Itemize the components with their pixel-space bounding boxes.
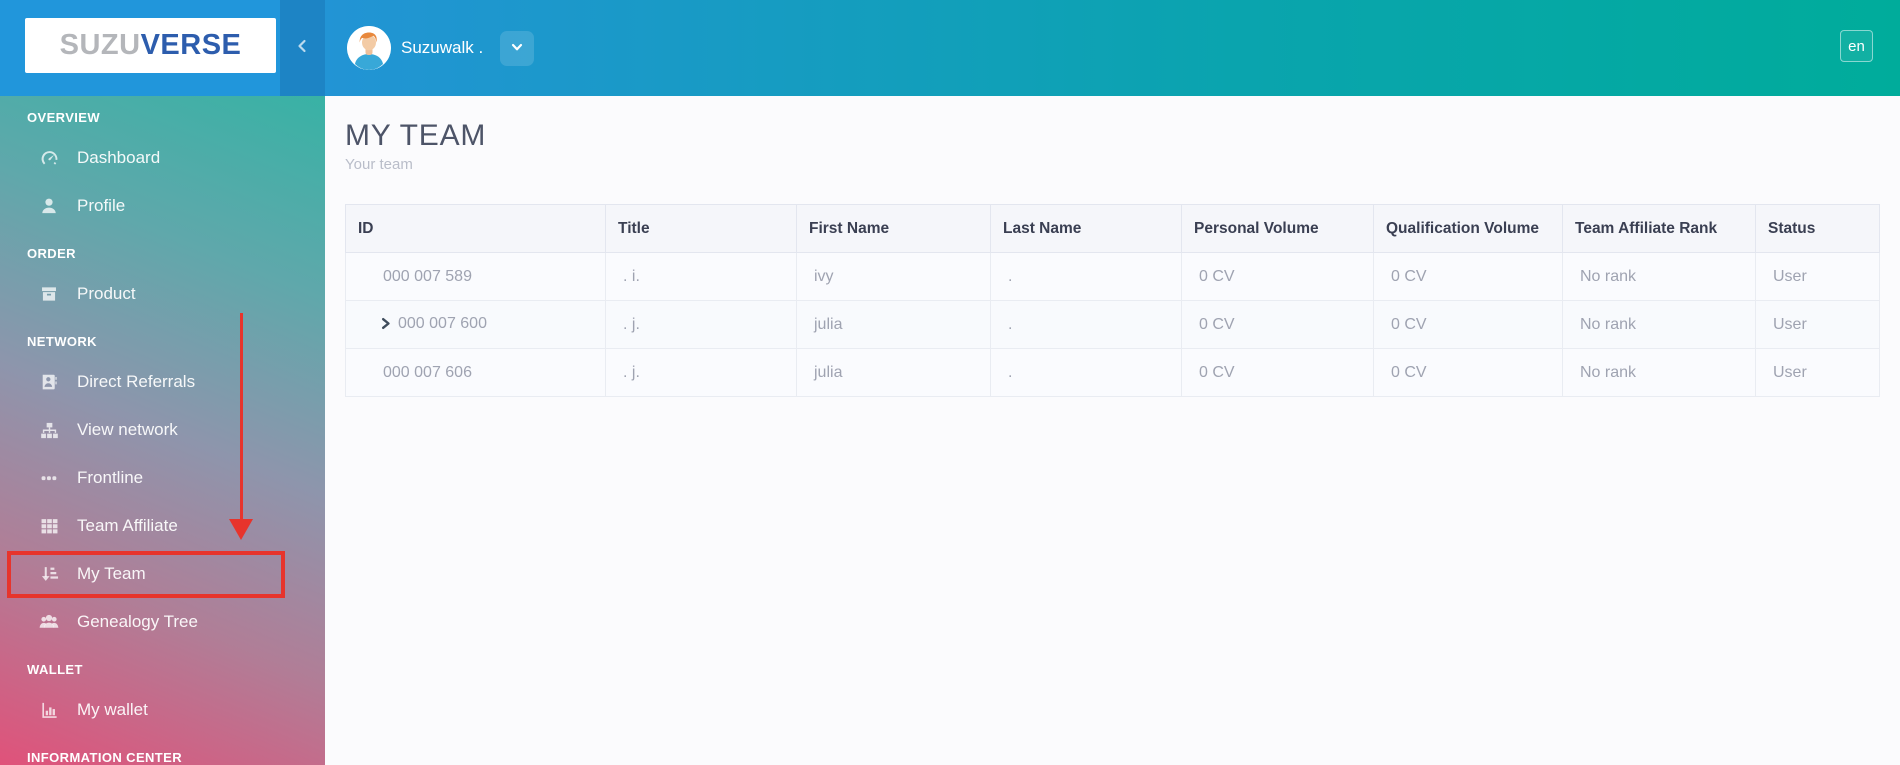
table-row: 000 007 600 . j. julia . 0 CV 0 CV No ra… [345, 300, 1880, 349]
column-header-qualification-volume[interactable]: Qualification Volume [1373, 204, 1563, 253]
sidebar-item-genealogy-tree[interactable]: Genealogy Tree [0, 598, 325, 646]
cell-personal-volume: 0 CV [1181, 252, 1374, 301]
product-icon [39, 284, 59, 304]
sidebar-item-label: Frontline [77, 468, 144, 487]
sitemap-icon [39, 420, 59, 440]
cell-team-affiliate-rank: No rank [1562, 348, 1756, 397]
logo-text-suzu: SUZU [59, 29, 141, 61]
sidebar-item-direct-referrals[interactable]: Direct Referrals [0, 358, 325, 406]
annotation-arrow-head [229, 519, 253, 540]
sidebar: SUZU VERSE OVERVIEW Dashboard Profile ORD… [0, 0, 325, 765]
language-selector[interactable]: en [1840, 30, 1873, 62]
cell-personal-volume: 0 CV [1181, 300, 1374, 349]
sidebar-item-label: View network [77, 420, 178, 439]
brand-area: SUZU VERSE [0, 0, 325, 96]
user-name: Suzuwalk . [401, 38, 484, 57]
cell-last-name: . [990, 348, 1182, 397]
cell-title: . j. [605, 348, 797, 397]
dashboard-icon [39, 148, 59, 168]
page-title: MY TEAM [345, 119, 487, 152]
sidebar-item-view-network[interactable]: View network [0, 406, 325, 454]
id-value: 000 007 600 [398, 314, 487, 332]
cell-title: . i. [605, 252, 797, 301]
sidebar-item-label: My wallet [77, 700, 148, 719]
sidebar-section-network: NETWORK [27, 334, 97, 349]
column-header-status[interactable]: Status [1755, 204, 1880, 253]
cell-team-affiliate-rank: No rank [1562, 252, 1756, 301]
sidebar-section-information-center: INFORMATION CENTER [27, 750, 183, 765]
cell-id: 000 007 600 [345, 300, 606, 349]
ellipsis-icon [39, 468, 59, 488]
sidebar-item-team-affiliate[interactable]: Team Affiliate [0, 502, 325, 550]
logo-text-verse: VERSE [140, 29, 242, 61]
sidebar-section-wallet: WALLET [27, 662, 83, 677]
page-subtitle: Your team [345, 156, 413, 173]
id-value: 000 007 606 [383, 363, 472, 381]
table-header-row: ID Title First Name Last Name Personal V… [345, 204, 1880, 253]
address-book-icon [39, 372, 59, 392]
bar-chart-icon [39, 700, 59, 720]
top-header-bar: Suzuwalk . en [325, 0, 1900, 96]
expand-row-icon[interactable] [379, 317, 392, 335]
cell-last-name: . [990, 300, 1182, 349]
cell-team-affiliate-rank: No rank [1562, 300, 1756, 349]
sidebar-item-label: Product [77, 284, 136, 303]
sidebar-item-frontline[interactable]: Frontline [0, 454, 325, 502]
cell-first-name: ivy [796, 252, 991, 301]
cell-qualification-volume: 0 CV [1373, 300, 1563, 349]
annotation-highlight-rectangle [7, 551, 285, 598]
chevron-down-icon [510, 40, 524, 57]
sidebar-item-label: Genealogy Tree [77, 612, 198, 631]
table-row: 000 007 606 . j. julia . 0 CV 0 CV No ra… [345, 348, 1880, 397]
table-icon [39, 516, 59, 536]
cell-title: . j. [605, 300, 797, 349]
id-value: 000 007 589 [383, 267, 472, 285]
cell-status: User [1755, 300, 1880, 349]
cell-first-name: julia [796, 348, 991, 397]
cell-qualification-volume: 0 CV [1373, 252, 1563, 301]
sidebar-item-product[interactable]: Product [0, 270, 325, 318]
sidebar-item-label: Profile [77, 196, 126, 215]
cell-qualification-volume: 0 CV [1373, 348, 1563, 397]
cell-first-name: julia [796, 300, 991, 349]
sidebar-item-label: Team Affiliate [77, 516, 178, 535]
cell-status: User [1755, 348, 1880, 397]
sidebar-menu: OVERVIEW Dashboard Profile ORDER Product… [0, 96, 325, 765]
sidebar-item-label: Direct Referrals [77, 372, 196, 391]
main-content: MY TEAM Your team ID Title First Name La… [325, 96, 1900, 765]
column-header-team-affiliate-rank[interactable]: Team Affiliate Rank [1562, 204, 1756, 253]
users-icon [39, 612, 59, 632]
sidebar-item-dashboard[interactable]: Dashboard [0, 134, 325, 182]
sidebar-collapse-button[interactable] [280, 0, 325, 96]
annotation-arrow-line [240, 313, 243, 520]
avatar [347, 26, 391, 70]
sidebar-item-profile[interactable]: Profile [0, 182, 325, 230]
suzuverse-logo[interactable]: SUZU VERSE [25, 18, 276, 73]
cell-id: 000 007 589 [345, 252, 606, 301]
sidebar-item-my-wallet[interactable]: My wallet [0, 686, 325, 734]
cell-personal-volume: 0 CV [1181, 348, 1374, 397]
column-header-title[interactable]: Title [605, 204, 797, 253]
sidebar-section-order: ORDER [27, 246, 76, 261]
column-header-id[interactable]: ID [345, 204, 606, 253]
my-team-table: ID Title First Name Last Name Personal V… [345, 204, 1880, 397]
cell-id: 000 007 606 [345, 348, 606, 397]
user-menu[interactable]: Suzuwalk . [347, 26, 535, 70]
table-row: 000 007 589 . i. ivy . 0 CV 0 CV No rank… [345, 252, 1880, 301]
cell-last-name: . [990, 252, 1182, 301]
user-dropdown-button[interactable] [500, 30, 535, 66]
column-header-last-name[interactable]: Last Name [990, 204, 1182, 253]
chevron-left-icon [295, 38, 311, 59]
column-header-first-name[interactable]: First Name [796, 204, 991, 253]
user-icon [39, 196, 59, 216]
sidebar-section-overview: OVERVIEW [27, 110, 101, 125]
cell-status: User [1755, 252, 1880, 301]
column-header-personal-volume[interactable]: Personal Volume [1181, 204, 1374, 253]
sidebar-item-label: Dashboard [77, 148, 161, 167]
